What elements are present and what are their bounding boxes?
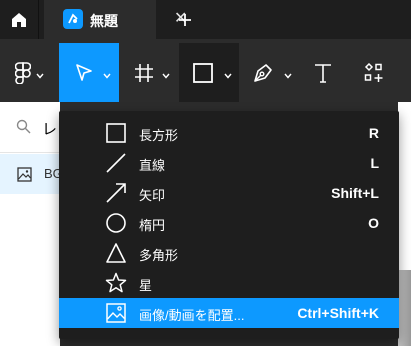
ellipse-icon: [106, 213, 126, 233]
menu-item-shortcut: L: [370, 155, 379, 171]
chevron-down-icon: [36, 73, 44, 79]
menu-item-place-image[interactable]: 画像/動画を配置... Ctrl+Shift+K: [59, 298, 399, 328]
search-icon: [16, 119, 31, 134]
menu-item-label: 直線: [139, 158, 166, 173]
menu-item-star[interactable]: 星: [59, 268, 399, 298]
menu-item-shortcut: R: [368, 125, 379, 141]
menu-item-label: 多角形: [139, 248, 179, 263]
search-label: レ: [42, 121, 58, 138]
chevron-down-icon: [103, 73, 111, 79]
menu-item-rectangle[interactable]: 長方形 R: [59, 118, 399, 148]
menu-item-label: 長方形: [139, 128, 179, 143]
components-icon: [364, 62, 383, 82]
text-tool-button[interactable]: [302, 43, 344, 102]
tab-bar: 無題 ✕: [0, 0, 411, 39]
plus-icon: [179, 14, 191, 26]
menu-item-ellipse[interactable]: 楕円 O: [59, 208, 399, 238]
arrow-icon: [106, 183, 126, 203]
menu-item-label: 星: [139, 278, 153, 293]
figma-logo-icon: [15, 61, 31, 84]
menu-item-shortcut: Ctrl+Shift+K: [297, 305, 379, 321]
layers-panel: レ BG: [0, 102, 63, 346]
line-icon: [106, 153, 126, 173]
rectangle-icon: [106, 123, 126, 143]
shape-tool-button[interactable]: [179, 43, 239, 102]
pen-tool-button[interactable]: [240, 43, 298, 102]
chevron-down-icon: [162, 73, 170, 79]
shape-tools-menu: 長方形 R 直線 L 矢印 Shift+L 楕円 O 多角形 星 画像/動画を配…: [59, 111, 399, 339]
menu-item-arrow[interactable]: 矢印 Shift+L: [59, 178, 399, 208]
menu-item-label: 楕円: [139, 218, 166, 233]
pen-icon: [254, 63, 272, 82]
image-icon: [106, 303, 126, 323]
layers-search[interactable]: レ: [0, 102, 60, 153]
chevron-down-icon: [224, 73, 232, 79]
resources-tool-button[interactable]: [353, 43, 395, 102]
new-tab-button[interactable]: [171, 6, 199, 34]
home-button[interactable]: [0, 0, 39, 39]
home-icon: [12, 12, 26, 27]
tab-untitled[interactable]: 無題 ✕: [44, 0, 187, 39]
menu-item-shortcut: O: [368, 215, 379, 231]
figma-file-icon: [63, 9, 83, 29]
frame-icon: [135, 63, 153, 82]
text-icon: [315, 63, 331, 83]
layer-row[interactable]: BG: [0, 154, 63, 194]
move-tool-button[interactable]: [59, 43, 119, 102]
menu-item-polygon[interactable]: 多角形: [59, 238, 399, 268]
toolbar: [0, 39, 411, 102]
main-menu-button[interactable]: [0, 43, 58, 102]
cursor-icon: [76, 63, 92, 81]
menu-item-label: 画像/動画を配置...: [139, 308, 245, 323]
menu-item-shortcut: Shift+L: [331, 185, 379, 201]
polygon-icon: [106, 243, 126, 263]
image-layer-icon: [17, 167, 32, 182]
menu-item-label: 矢印: [139, 188, 166, 203]
frame-tool-button[interactable]: [120, 43, 178, 102]
star-icon: [105, 272, 127, 293]
tab-title: 無題: [90, 13, 118, 29]
canvas-image-edge: [398, 270, 411, 346]
rectangle-icon: [193, 62, 213, 83]
chevron-down-icon: [284, 73, 292, 79]
menu-item-line[interactable]: 直線 L: [59, 148, 399, 178]
